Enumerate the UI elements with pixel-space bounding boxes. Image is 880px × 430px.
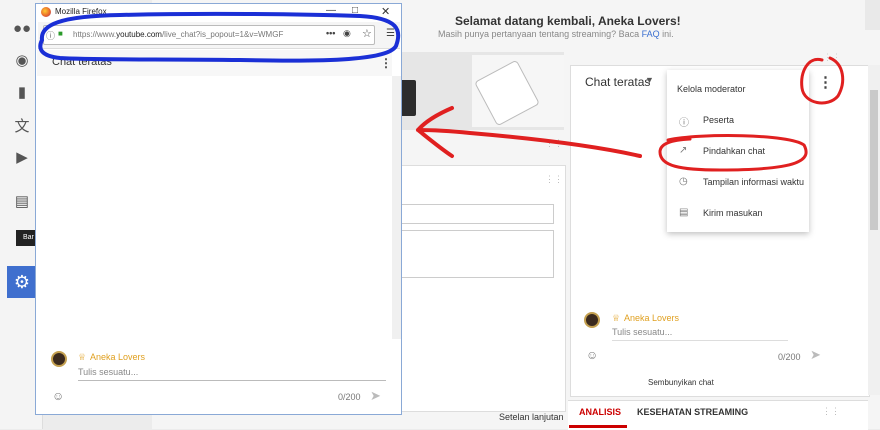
minimize-icon[interactable]: — (326, 5, 336, 16)
emoji-icon[interactable]: ☺ (586, 348, 598, 362)
translate-icon[interactable]: 文 (12, 115, 32, 135)
menu-item-label: Kirim masukan (703, 208, 763, 218)
char-counter: 0/200 (778, 352, 801, 362)
menu-item-send-feedback[interactable]: ▤ Kirim masukan (675, 207, 809, 221)
chat-mode-select[interactable]: Chat teratas (585, 75, 650, 89)
scrollbar-thumb[interactable] (870, 90, 878, 230)
tab-analysis[interactable]: ANALISIS (579, 407, 621, 417)
crown-icon: ♕ (612, 313, 621, 323)
advanced-settings-link[interactable]: Setelan lanjutan (499, 412, 564, 422)
menu-item-participants[interactable]: ⓘ Peserta (675, 114, 809, 129)
popout-chat-mode-select[interactable]: Chat teratas (52, 56, 112, 68)
maximize-icon[interactable]: □ (352, 5, 358, 16)
popout-chat-user-name: Aneka Lovers (90, 352, 146, 362)
lock-icon[interactable]: ■ (58, 29, 63, 38)
feedback-icon: ▤ (679, 207, 689, 218)
avatar (51, 351, 67, 367)
drag-handle-icon[interactable]: ⋮⋮ (545, 138, 563, 149)
menu-item-label: Pindahkan chat (703, 146, 766, 156)
more-options-icon[interactable]: ⋮ (380, 56, 392, 70)
site-info-icon[interactable]: ⓘ (46, 29, 55, 42)
send-icon[interactable]: ➤ (810, 347, 821, 363)
avatar (584, 312, 600, 328)
clock-icon: ◷ (679, 176, 688, 187)
popout-icon: ↗ (679, 145, 688, 156)
emoji-icon[interactable]: ☺ (52, 389, 64, 403)
video-icon[interactable]: ▶ (12, 147, 32, 167)
drag-handle-icon[interactable]: ⋮⋮ (823, 52, 841, 63)
drag-handle-icon[interactable]: ⋮⋮ (822, 406, 840, 417)
crown-icon: ♕ (78, 352, 87, 362)
url-prefix: https://www. (73, 30, 117, 39)
subtitles-icon[interactable]: ▤ (12, 191, 32, 211)
dropdown-caret-icon[interactable]: ▼ (645, 75, 654, 85)
menu-item-label: Tampilan informasi waktu (703, 177, 805, 187)
stream-info-card (398, 165, 566, 412)
faq-link[interactable]: FAQ (642, 29, 660, 39)
subtitle-suffix: ini. (659, 29, 674, 39)
welcome-title: Selamat datang kembali, Aneka Lovers! (455, 14, 681, 28)
menu-item-label: Peserta (703, 115, 735, 125)
close-icon[interactable]: ✕ (381, 5, 390, 18)
top-right-corner (865, 0, 880, 30)
popout-chat-input[interactable]: Tulis sesuatu... (78, 367, 386, 381)
title-input[interactable] (400, 204, 554, 224)
page-actions-icon[interactable]: ••• (326, 28, 335, 38)
tab-stream-health[interactable]: KESEHATAN STREAMING (637, 407, 748, 417)
more-options-icon[interactable]: ⋮ (818, 73, 833, 91)
bookmark-star-icon[interactable]: ☆ (362, 27, 372, 40)
url-text[interactable]: https://www.youtube.com/live_chat?is_pop… (73, 30, 323, 39)
window-title: Mozilla Firefox (55, 7, 107, 16)
firefox-logo-icon (41, 7, 51, 17)
info-icon: ⓘ (679, 118, 689, 129)
menu-item-timestamps[interactable]: ◷ Tampilan informasi waktu (675, 176, 809, 190)
menu-item-manage-moderators[interactable]: Kelola moderator (675, 83, 809, 97)
people-icon[interactable]: ●● (12, 18, 32, 38)
url-domain: youtube.com (116, 30, 162, 39)
hamburger-menu-icon[interactable]: ☰ (386, 28, 395, 39)
welcome-subtitle: Masih punya pertanyaan tentang streaming… (438, 29, 674, 39)
menu-item-popout-chat[interactable]: ↗ Pindahkan chat (675, 145, 809, 159)
menu-item-label: Kelola moderator (677, 84, 746, 94)
analytics-icon[interactable]: ▮ (12, 82, 32, 102)
subtitle-prefix: Masih punya pertanyaan tentang streaming… (438, 29, 642, 39)
active-tab-indicator (569, 425, 627, 428)
popout-char-counter: 0/200 (338, 392, 361, 402)
chat-message-input[interactable]: Tulis sesuatu... (612, 327, 788, 341)
pocket-icon[interactable]: ◉ (343, 28, 351, 39)
gear-icon[interactable]: ⚙ (7, 266, 37, 298)
account-icon[interactable]: ◉ (12, 50, 32, 70)
hide-chat-button[interactable]: Sembunyikan chat (648, 378, 714, 387)
send-icon[interactable]: ➤ (370, 388, 381, 404)
drag-handle-icon[interactable]: ⋮⋮ (545, 174, 563, 185)
chat-user-name: Aneka Lovers (624, 313, 680, 323)
url-suffix: /live_chat?is_popout=1&v=WMGF (161, 30, 284, 39)
chat-scrollbar[interactable] (392, 76, 401, 339)
description-textarea[interactable] (400, 230, 554, 278)
